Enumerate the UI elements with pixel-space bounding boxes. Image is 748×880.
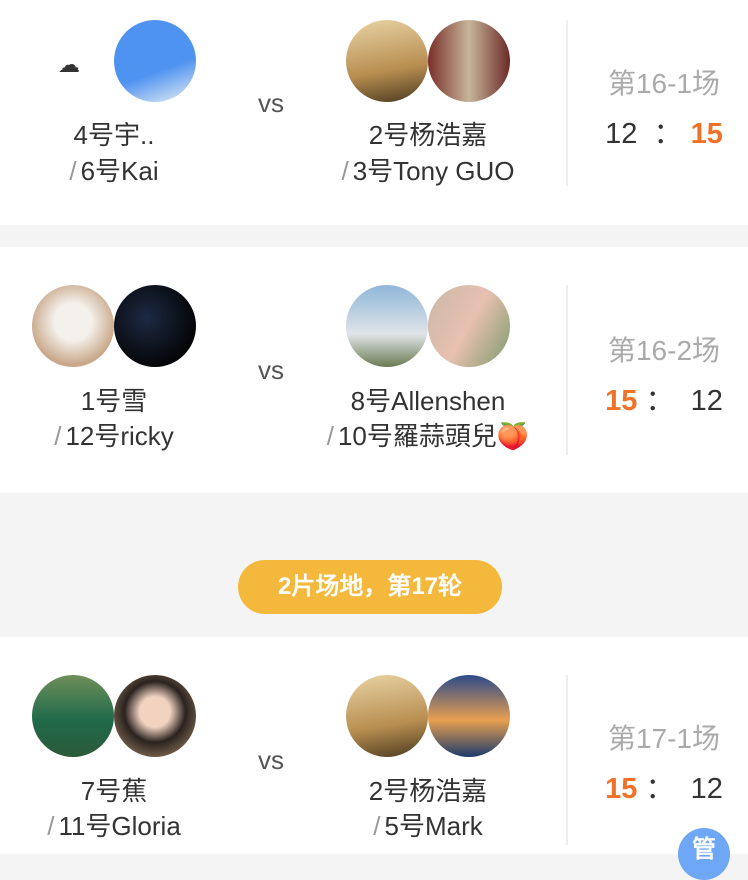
- score: 12 ： 15: [605, 118, 723, 150]
- divider: [566, 20, 568, 186]
- team-b-player-1: 8号Allenshen: [350, 386, 506, 416]
- vs-label: vs: [258, 745, 284, 775]
- vs-label: vs: [258, 88, 284, 118]
- round-label: 第16-1场: [607, 68, 721, 99]
- score: 15 ： 12: [605, 773, 723, 805]
- divider: [566, 675, 568, 845]
- avatar: [32, 675, 114, 757]
- team-a-player-2: /12号ricky: [54, 421, 174, 451]
- match-card[interactable]: 1号雪 /12号ricky vs 8号Allenshen /10号羅蒜頭兒🍑 第…: [0, 247, 748, 493]
- avatar: [114, 285, 196, 367]
- manage-button[interactable]: 管: [678, 828, 730, 880]
- avatar: [32, 285, 114, 367]
- avatar: [114, 20, 196, 102]
- team-b-player-1: 2号杨浩嘉: [368, 776, 488, 806]
- match-card[interactable]: ☁ 4号宇.. /6号Kai vs 2号杨浩嘉 /3号Tony GUO 第16-…: [0, 0, 748, 225]
- vs-label: vs: [258, 355, 284, 385]
- team-a-player-2: /6号Kai: [69, 156, 159, 186]
- avatar: [346, 20, 428, 102]
- team-a-player-1: 4号宇..: [73, 120, 155, 150]
- avatar: [428, 285, 510, 367]
- team-a-player-1: 7号蕉: [80, 776, 148, 806]
- score: 15 ： 12: [605, 385, 723, 417]
- team-a-player-1: 1号雪: [80, 386, 148, 416]
- avatar: [346, 285, 428, 367]
- match-card[interactable]: 7号蕉 /11号Gloria vs 2号杨浩嘉 /5号Mark 第17-1场 1…: [0, 637, 748, 854]
- team-b-player-2: /10号羅蒜頭兒🍑: [326, 421, 530, 451]
- cloud-icon: ☁: [58, 52, 80, 77]
- team-a-player-2: /11号Gloria: [47, 811, 181, 841]
- avatar: [114, 675, 196, 757]
- avatar: [428, 20, 510, 102]
- avatar: [346, 675, 428, 757]
- avatar: [428, 675, 510, 757]
- round-label: 第17-1场: [607, 723, 721, 754]
- divider: [566, 285, 568, 455]
- round-badge: 2片场地，第17轮: [238, 560, 502, 614]
- team-b-player-2: /3号Tony GUO: [341, 156, 515, 186]
- round-label: 第16-2场: [607, 335, 721, 366]
- team-b-player-2: /5号Mark: [373, 811, 483, 841]
- team-b-player-1: 2号杨浩嘉: [368, 120, 488, 150]
